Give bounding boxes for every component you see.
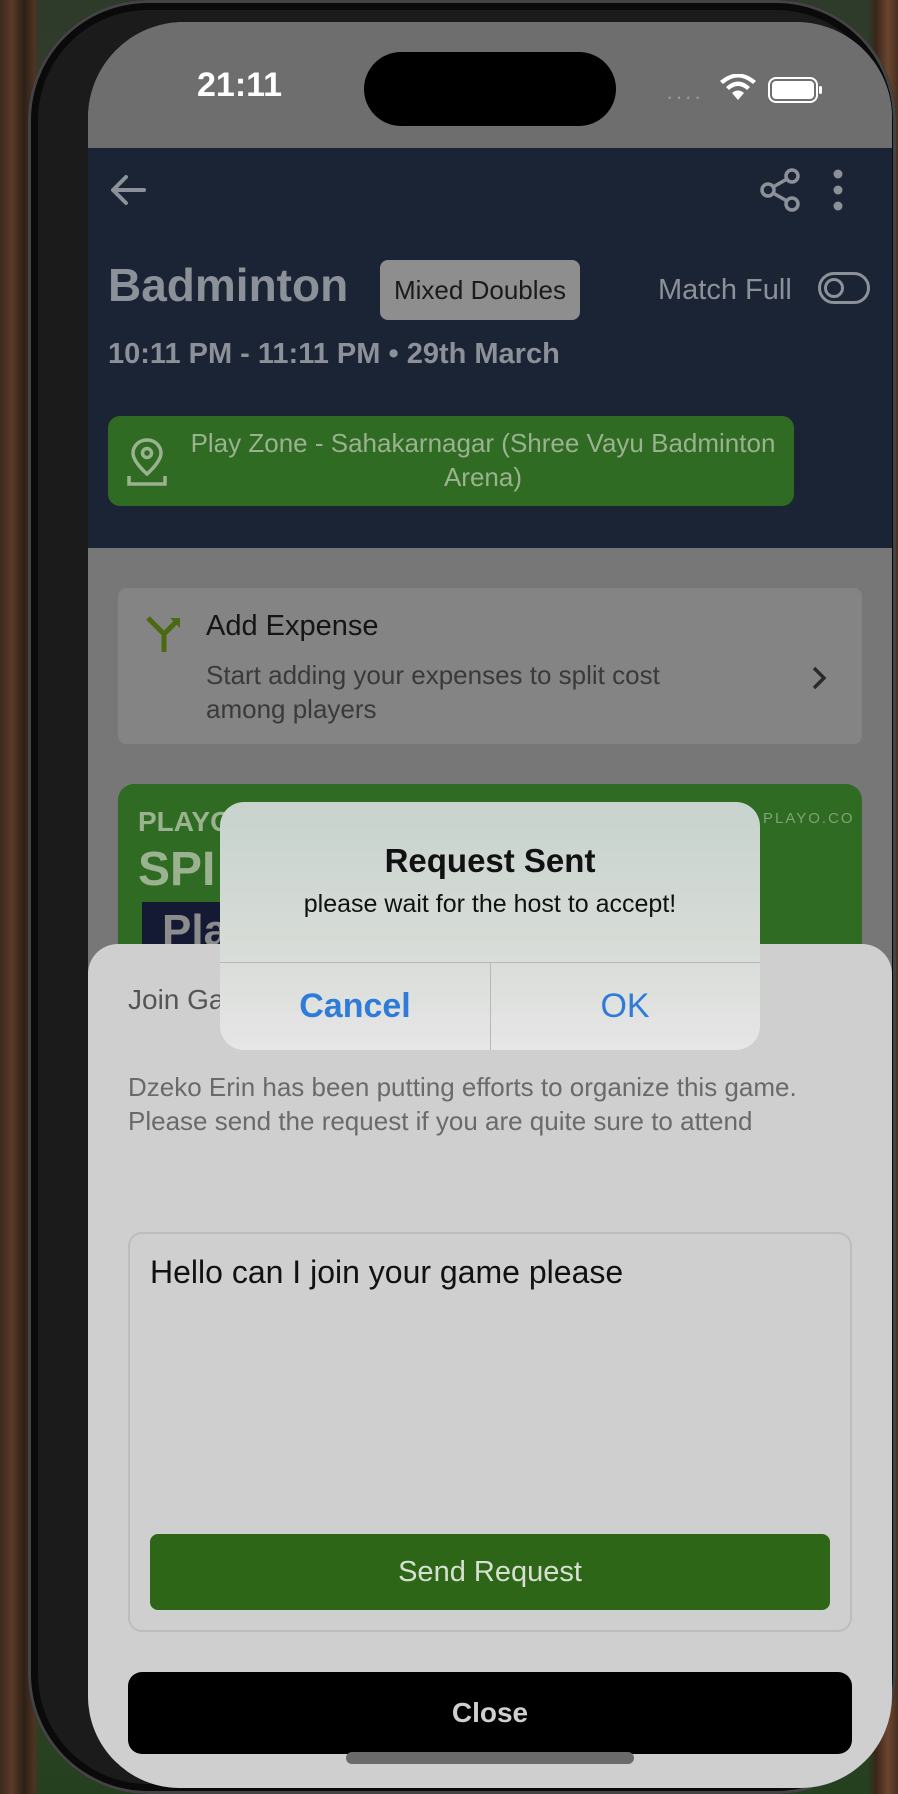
status-time: 21:11 [197, 66, 283, 104]
request-sent-alert: Request Sent please wait for the host to… [220, 802, 760, 1050]
playo-logo: PLAYO [138, 806, 232, 837]
sheet-title: Join Ga [128, 984, 225, 1015]
status-bar: 21:11 ···· [88, 22, 892, 148]
alert-ok-button[interactable]: OK [490, 962, 760, 1050]
home-indicator[interactable] [346, 1752, 634, 1764]
message-box: Hello can I join your game please Send R… [128, 1232, 852, 1632]
banner-headline: SPI [138, 843, 216, 896]
sheet-description: Dzeko Erin has been putting efforts to o… [128, 1072, 797, 1136]
add-expense-card[interactable]: Add Expense Start adding your expenses t… [118, 588, 862, 744]
message-input[interactable]: Hello can I join your game please [150, 1254, 830, 1291]
location-pin-icon [127, 438, 167, 486]
cellular-signal-icon: ···· [666, 84, 704, 109]
share-icon[interactable] [758, 168, 802, 212]
match-full-label: Match Full [658, 274, 792, 306]
phone-frame: 21:11 ···· Badminton Mixed Doubles Match… [28, 0, 896, 1794]
split-arrow-icon [146, 616, 180, 652]
join-game-sheet: Join Ga Dzeko Erin has been putting effo… [88, 944, 892, 1788]
send-request-button[interactable]: Send Request [150, 1534, 830, 1610]
game-header: Badminton Mixed Doubles Match Full 10:11… [88, 148, 892, 548]
format-badge: Mixed Doubles [380, 260, 580, 320]
screen: 21:11 ···· Badminton Mixed Doubles Match… [88, 22, 892, 1788]
more-vertical-icon[interactable] [828, 168, 848, 212]
chevron-right-icon [812, 666, 827, 690]
sport-title: Badminton [108, 259, 349, 311]
dynamic-island [364, 52, 616, 126]
venue-button[interactable]: Play Zone - Sahakarnagar (Shree Vayu Bad… [108, 416, 794, 506]
game-datetime: 10:11 PM - 11:11 PM • 29th March [108, 338, 560, 370]
alert-cancel-button[interactable]: Cancel [220, 962, 490, 1050]
match-full-toggle[interactable] [818, 272, 870, 304]
add-expense-title: Add Expense [206, 610, 379, 642]
close-button[interactable]: Close [128, 1672, 852, 1754]
venue-name: Play Zone - Sahakarnagar (Shree Vayu Bad… [190, 428, 776, 492]
back-arrow-icon[interactable] [106, 168, 150, 212]
add-expense-subtitle: Start adding your expenses to split cost… [206, 660, 660, 724]
alert-message: please wait for the host to accept! [303, 890, 677, 918]
battery-icon [768, 77, 822, 103]
alert-title: Request Sent [384, 842, 596, 879]
game-content: Add Expense Start adding your expenses t… [88, 548, 892, 1788]
banner-site: PLAYO.CO [763, 810, 855, 827]
wifi-icon [720, 74, 756, 100]
